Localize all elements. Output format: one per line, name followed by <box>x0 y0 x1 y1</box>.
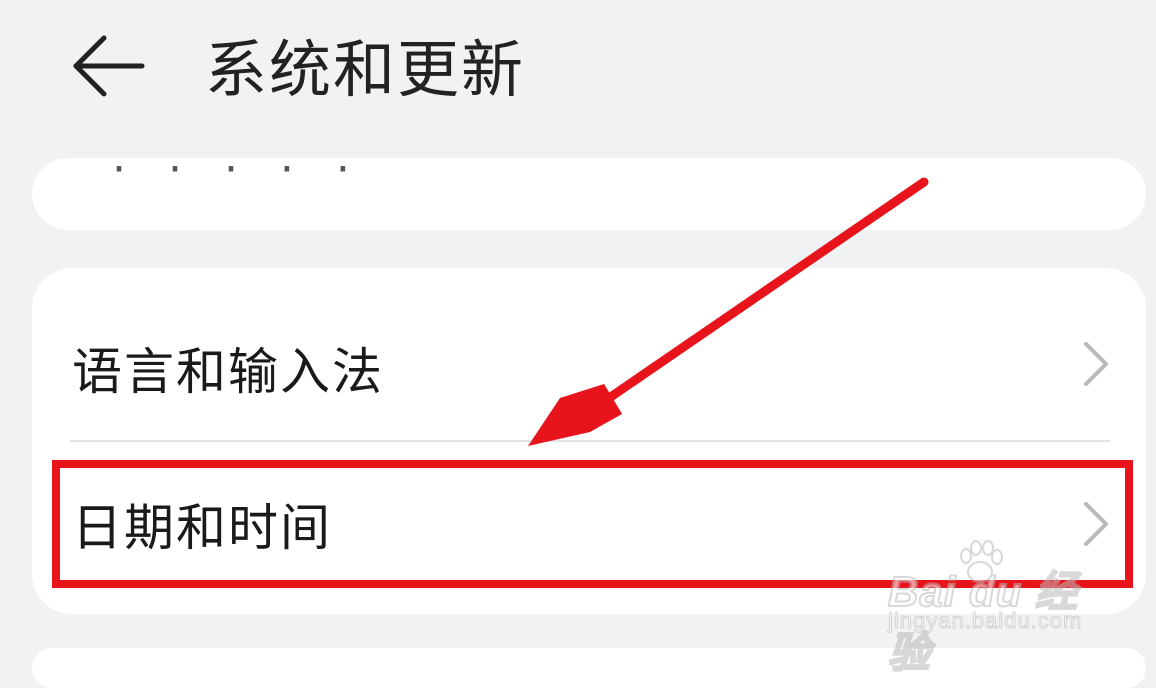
header: 系统和更新 <box>0 0 1156 140</box>
arrow-left-icon <box>73 35 145 97</box>
settings-item-language-input[interactable]: 语言和输入法 <box>32 290 1146 440</box>
chevron-right-icon <box>1084 502 1108 546</box>
divider <box>70 440 1110 442</box>
settings-item-label: 语言和输入法 <box>72 343 384 401</box>
settings-item-label: 日期和时间 <box>72 499 332 557</box>
partial-item-label: · · · · · <box>112 158 364 195</box>
settings-item-date-time[interactable]: 日期和时间 <box>32 464 1146 576</box>
page-title: 系统和更新 <box>205 33 526 106</box>
settings-card-partial: · · · · · <box>32 158 1146 230</box>
back-button[interactable] <box>68 30 148 100</box>
settings-card: 语言和输入法 日期和时间 <box>32 268 1146 614</box>
settings-card-partial-bottom <box>32 648 1146 688</box>
chevron-right-icon <box>1084 342 1108 386</box>
